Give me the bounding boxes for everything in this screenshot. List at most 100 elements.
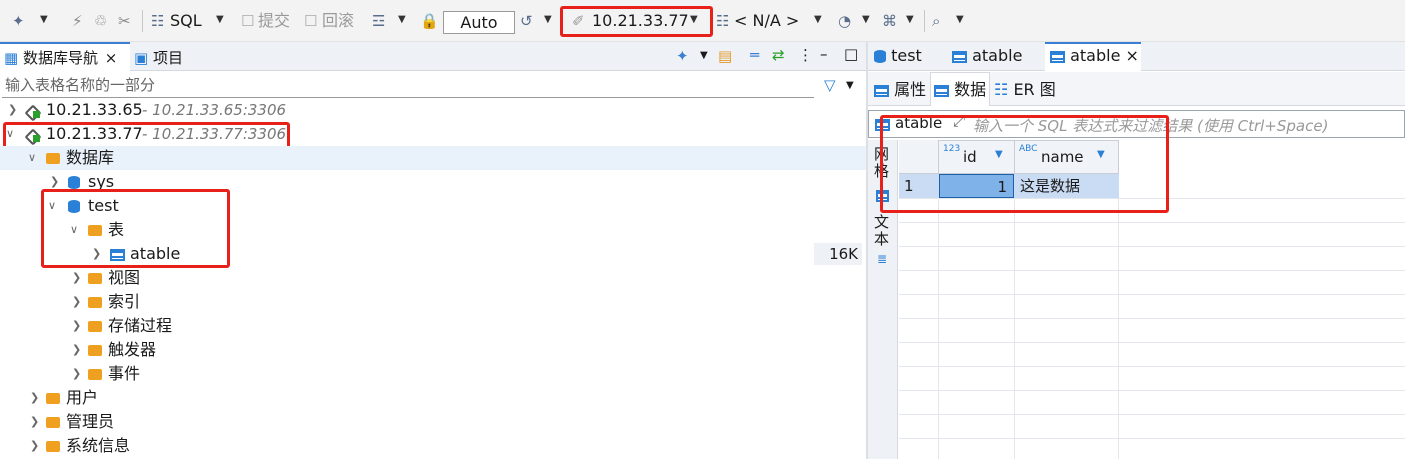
active-schema-select[interactable]: < N/A > <box>734 11 799 31</box>
tab-database-navigator[interactable]: ▦ 数据库导航 × <box>0 42 130 71</box>
tree-node-events[interactable]: ❯ 事件 <box>0 362 866 386</box>
chevron-down-icon[interactable]: ▼ <box>700 50 708 61</box>
table-size-badge: 16K <box>814 243 862 265</box>
tools-icon[interactable]: ⌘ <box>882 12 897 30</box>
sql-editor-button[interactable]: SQL <box>170 11 202 31</box>
history-icon[interactable]: ↺ <box>520 12 533 30</box>
chevron-down-icon[interactable]: ▼ <box>862 14 870 25</box>
database-icon: ▦ <box>4 49 19 67</box>
transaction-mode-select[interactable]: Auto <box>443 11 515 34</box>
folder-icon <box>46 146 60 170</box>
chevron-right-icon[interactable]: ❯ <box>30 410 39 434</box>
admin-icon <box>46 410 60 434</box>
tree-node-views[interactable]: ❯ 视图 <box>0 266 866 290</box>
er-diagram-icon: ☷ <box>994 80 1009 99</box>
collapse-all-icon[interactable]: ═ <box>750 46 759 64</box>
tab-label: 项目 <box>152 49 183 67</box>
schema-icon: ☷ <box>716 12 730 30</box>
grid-line <box>899 342 1405 343</box>
tab-label: ER 图 <box>1013 80 1056 99</box>
tab-test[interactable]: test <box>874 46 922 66</box>
invalidate-icon[interactable]: ♲ <box>94 12 107 30</box>
new-connection-icon[interactable]: ✦ <box>12 12 25 30</box>
new-folder-icon[interactable]: ▤ <box>718 47 732 65</box>
highlight-box <box>3 122 290 149</box>
tab-atable-2[interactable]: atable × <box>1050 46 1139 66</box>
view-menu-icon[interactable]: ⋮ <box>798 46 813 64</box>
chevron-right-icon[interactable]: ❯ <box>30 434 39 458</box>
tab-label: atable <box>1070 46 1121 65</box>
highlight-box <box>41 189 230 268</box>
tree-node-procedures[interactable]: ❯ 存储过程 <box>0 314 866 338</box>
connect-icon[interactable]: ⚡ <box>72 12 83 30</box>
chevron-right-icon[interactable]: ❯ <box>72 362 81 386</box>
chevron-right-icon[interactable]: ❯ <box>72 266 81 290</box>
filter-icon[interactable]: ▽ <box>824 76 836 94</box>
tree-node-users[interactable]: ❯ 用户 <box>0 386 866 410</box>
sql-editor-icon: ☷ <box>151 12 165 30</box>
tab-label: 数据 <box>954 80 987 99</box>
text-view-tab[interactable]: 文本 <box>874 214 892 248</box>
tree-node-triggers[interactable]: ❯ 触发器 <box>0 338 866 362</box>
node-label: 用户 <box>66 388 99 407</box>
chevron-down-icon[interactable]: ▼ <box>846 80 854 91</box>
text-icon[interactable]: ≣ <box>877 252 887 266</box>
view-icon <box>88 266 102 290</box>
chevron-right-icon[interactable]: ❯ <box>8 98 17 122</box>
chevron-right-icon[interactable]: ❯ <box>72 290 81 314</box>
tab-projects[interactable]: ▣ 项目 <box>134 47 183 68</box>
tree-node-sysinfo[interactable]: ❯ 系统信息 <box>0 434 866 458</box>
chevron-down-icon[interactable]: ▼ <box>216 14 224 25</box>
minimize-icon[interactable]: – <box>820 45 828 63</box>
chevron-down-icon[interactable]: ▼ <box>40 14 48 25</box>
tab-properties[interactable]: 属性 <box>874 80 926 100</box>
tab-label: 属性 <box>894 80 927 99</box>
chevron-right-icon[interactable]: ❯ <box>72 314 81 338</box>
chevron-right-icon[interactable]: ❯ <box>30 386 39 410</box>
table-filter-input[interactable]: 输入表格名称的一部分 <box>2 74 814 98</box>
main-toolbar: ✦ ▼ ⚡ ♲ ✂ ☷ SQL ▼ ☐ 提交 ☐ 回滚 ☲ ▼ 🔒 Auto ↺… <box>0 0 1405 42</box>
highlight-box <box>880 115 1169 213</box>
connect-icon[interactable]: ✦ <box>676 47 689 65</box>
chevron-down-icon[interactable]: ▼ <box>956 14 964 25</box>
transaction-mode-icon[interactable]: ☲ <box>372 12 385 30</box>
chevron-down-icon[interactable]: ∨ <box>28 146 36 170</box>
close-icon[interactable]: × <box>105 49 118 67</box>
tree-node-connection-1[interactable]: ❯ 10.21.33.65 - 10.21.33.65:3306 <box>0 98 866 122</box>
search-icon[interactable]: ⌕ <box>932 12 940 30</box>
tree-node-indexes[interactable]: ❯ 索引 <box>0 290 866 314</box>
tree-node-databases[interactable]: ∨ 数据库 <box>0 146 866 170</box>
chevron-down-icon[interactable]: ▼ <box>398 14 406 25</box>
editor-tabbar: test atable atable × <box>868 42 1405 71</box>
tab-data[interactable]: 数据 <box>934 80 986 100</box>
node-label: 视图 <box>108 268 141 287</box>
highlight-box <box>560 6 713 37</box>
chevron-down-icon[interactable]: ▼ <box>906 14 914 25</box>
lock-icon[interactable]: 🔒 <box>420 12 439 30</box>
disconnect-icon[interactable]: ✂ <box>118 12 131 30</box>
tab-label: 数据库导航 <box>22 49 98 67</box>
maximize-icon[interactable]: □ <box>844 45 858 63</box>
chevron-down-icon[interactable]: ▼ <box>814 14 822 25</box>
navigator-tabbar: ▦ 数据库导航 × ▣ 项目 ✦ ▼ ▤ ═ ⇄ ⋮ – □ <box>0 42 866 71</box>
grid-line <box>899 270 1405 271</box>
folder-icon <box>88 338 102 362</box>
connection-detail: - 10.21.33.65:3306 <box>142 101 287 119</box>
tab-er-diagram[interactable]: ☷ ER 图 <box>994 80 1056 100</box>
toolbar-divider <box>142 10 143 32</box>
tab-atable-1[interactable]: atable <box>952 46 1022 66</box>
node-label: 事件 <box>108 364 141 383</box>
commit-icon: ☐ <box>241 12 255 30</box>
folder-icon <box>88 290 102 314</box>
dashboard-icon[interactable]: ◔ <box>838 12 851 30</box>
chevron-right-icon[interactable]: ❯ <box>72 338 81 362</box>
commit-button[interactable]: 提交 <box>258 11 290 31</box>
link-editor-icon[interactable]: ⇄ <box>772 46 785 64</box>
grid-line <box>899 294 1405 295</box>
chevron-down-icon[interactable]: ▼ <box>544 14 552 25</box>
grid-line <box>899 318 1405 319</box>
close-icon[interactable]: × <box>1126 46 1139 65</box>
tree-node-admins[interactable]: ❯ 管理员 <box>0 410 866 434</box>
info-icon <box>46 434 60 458</box>
rollback-button[interactable]: 回滚 <box>322 11 354 31</box>
